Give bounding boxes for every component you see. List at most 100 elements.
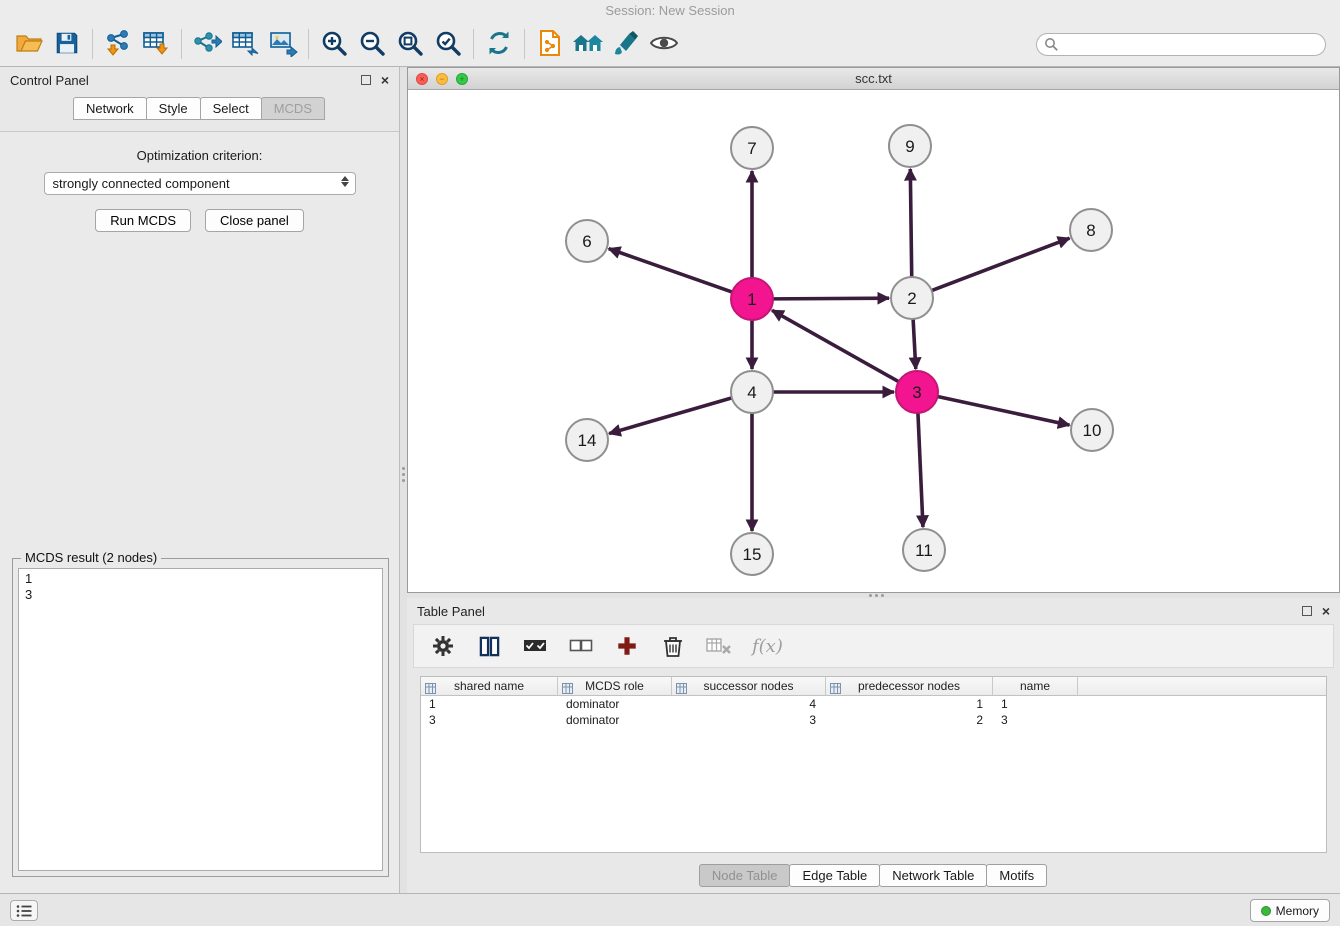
- network-canvas[interactable]: 7 9 6 8 1 2 4 3 14 10 15 11: [408, 90, 1339, 592]
- close-panel-button[interactable]: Close panel: [205, 209, 304, 232]
- refresh-view-button[interactable]: [480, 26, 518, 62]
- show-graphics-details-button[interactable]: [645, 26, 683, 62]
- mcds-result-list[interactable]: 1 3: [18, 568, 383, 871]
- graph-edge-1-2[interactable]: [773, 298, 889, 299]
- column-type-icon: [676, 681, 687, 696]
- unselect-all-rows-button[interactable]: [568, 633, 594, 659]
- float-table-panel-icon[interactable]: [1302, 606, 1312, 616]
- table-cell[interactable]: 3: [421, 712, 558, 728]
- column-header-shared-name[interactable]: shared name: [421, 677, 558, 696]
- tab-mcds[interactable]: MCDS: [261, 97, 325, 120]
- network-graph[interactable]: 7 9 6 8 1 2 4 3 14 10 15 11: [408, 90, 1339, 592]
- zoom-out-button[interactable]: [353, 26, 391, 62]
- graph-edge-1-6[interactable]: [609, 249, 732, 292]
- table-cell[interactable]: 3: [993, 712, 1078, 728]
- show-columns-button[interactable]: [476, 633, 502, 659]
- graph-edge-3-1[interactable]: [772, 310, 899, 381]
- column-header-mcds-role[interactable]: MCDS role: [558, 677, 672, 696]
- zoom-fit-button[interactable]: [391, 26, 429, 62]
- graph-node-6[interactable]: 6: [566, 220, 608, 262]
- table-row[interactable]: 1 dominator 4 1 1: [421, 696, 1326, 712]
- table-cell[interactable]: dominator: [558, 696, 672, 712]
- open-session-button[interactable]: [10, 26, 48, 62]
- close-panel-icon[interactable]: ×: [381, 75, 389, 85]
- tab-network-table[interactable]: Network Table: [879, 864, 987, 887]
- criterion-select[interactable]: strongly connected component: [44, 172, 356, 195]
- open-folder-icon: [15, 31, 43, 58]
- network-window-titlebar[interactable]: × − + scc.txt: [408, 68, 1339, 90]
- delete-table-button[interactable]: [706, 633, 732, 659]
- run-mcds-button[interactable]: Run MCDS: [95, 209, 191, 232]
- table-cell[interactable]: 1: [826, 696, 993, 712]
- column-header-predecessor-nodes[interactable]: predecessor nodes: [826, 677, 993, 696]
- zoom-selected-icon: [434, 29, 462, 60]
- import-table-button[interactable]: [137, 26, 175, 62]
- delete-table-icon: [706, 636, 732, 656]
- create-new-column-button[interactable]: [614, 633, 640, 659]
- function-builder-button[interactable]: f(x): [752, 636, 783, 657]
- graph-edge-2-9[interactable]: [910, 169, 911, 277]
- graph-node-11[interactable]: 11: [903, 529, 945, 571]
- mcds-panel-content: Optimization criterion: strongly connect…: [0, 131, 399, 893]
- graph-node-2[interactable]: 2: [891, 277, 933, 319]
- table-cell[interactable]: 2: [826, 712, 993, 728]
- close-table-panel-icon[interactable]: ×: [1322, 606, 1330, 616]
- graph-node-9[interactable]: 9: [889, 125, 931, 167]
- share-document-button[interactable]: [531, 26, 569, 62]
- table-cell[interactable]: 4: [672, 696, 826, 712]
- graph-edge-4-14[interactable]: [609, 398, 732, 434]
- graph-node-10[interactable]: 10: [1071, 409, 1113, 451]
- save-session-button[interactable]: [48, 26, 86, 62]
- apply-style-button[interactable]: [607, 26, 645, 62]
- list-icon: [16, 904, 32, 918]
- mcds-result-item[interactable]: 1: [25, 571, 376, 587]
- zoom-selected-button[interactable]: [429, 26, 467, 62]
- delete-columns-button[interactable]: [660, 633, 686, 659]
- graph-edge-2-3[interactable]: [913, 319, 916, 369]
- export-network-button[interactable]: [188, 26, 226, 62]
- tab-select[interactable]: Select: [200, 97, 262, 120]
- tab-motifs[interactable]: Motifs: [986, 864, 1047, 887]
- table-options-button[interactable]: [430, 633, 456, 659]
- export-image-button[interactable]: [264, 26, 302, 62]
- select-all-rows-button[interactable]: [522, 633, 548, 659]
- mcds-result-item[interactable]: 3: [25, 587, 376, 603]
- table-row[interactable]: 3 dominator 3 2 3: [421, 712, 1326, 728]
- splitter-grip-icon: [402, 467, 405, 470]
- table-cell[interactable]: 3: [672, 712, 826, 728]
- tab-edge-table[interactable]: Edge Table: [789, 864, 880, 887]
- tab-style[interactable]: Style: [146, 97, 201, 120]
- graph-node-15[interactable]: 15: [731, 533, 773, 575]
- table-header-row: shared name MCDS role successor nodes pr…: [421, 677, 1326, 696]
- float-panel-icon[interactable]: [361, 75, 371, 85]
- graph-node-4[interactable]: 4: [731, 371, 773, 413]
- graph-node-3[interactable]: 3: [896, 371, 938, 413]
- graph-node-8[interactable]: 8: [1070, 209, 1112, 251]
- graph-node-14[interactable]: 14: [566, 419, 608, 461]
- zoom-in-button[interactable]: [315, 26, 353, 62]
- column-type-icon: [830, 681, 841, 696]
- graph-node-1[interactable]: 1: [731, 278, 773, 320]
- table-cell[interactable]: 1: [993, 696, 1078, 712]
- table-cell[interactable]: dominator: [558, 712, 672, 728]
- column-header-name[interactable]: name: [993, 677, 1078, 696]
- graph-node-7[interactable]: 7: [731, 127, 773, 169]
- plus-icon: [616, 635, 638, 657]
- zoom-out-icon: [358, 29, 386, 60]
- column-header-successor-nodes[interactable]: successor nodes: [672, 677, 826, 696]
- tab-network[interactable]: Network: [73, 97, 147, 120]
- show-log-button[interactable]: [10, 900, 38, 921]
- graph-node-label: 11: [915, 541, 933, 560]
- vertical-splitter[interactable]: [400, 67, 407, 893]
- search-input[interactable]: [1036, 33, 1326, 56]
- graph-edge-2-8[interactable]: [932, 238, 1070, 290]
- table-cell[interactable]: 1: [421, 696, 558, 712]
- graph-node-label: 3: [912, 383, 921, 402]
- memory-button[interactable]: Memory: [1250, 899, 1330, 922]
- tab-node-table[interactable]: Node Table: [699, 864, 791, 887]
- graph-edge-3-10[interactable]: [938, 396, 1070, 425]
- export-table-button[interactable]: [226, 26, 264, 62]
- show-neighbors-button[interactable]: [569, 26, 607, 62]
- graph-edge-3-11[interactable]: [918, 413, 923, 527]
- import-network-button[interactable]: [99, 26, 137, 62]
